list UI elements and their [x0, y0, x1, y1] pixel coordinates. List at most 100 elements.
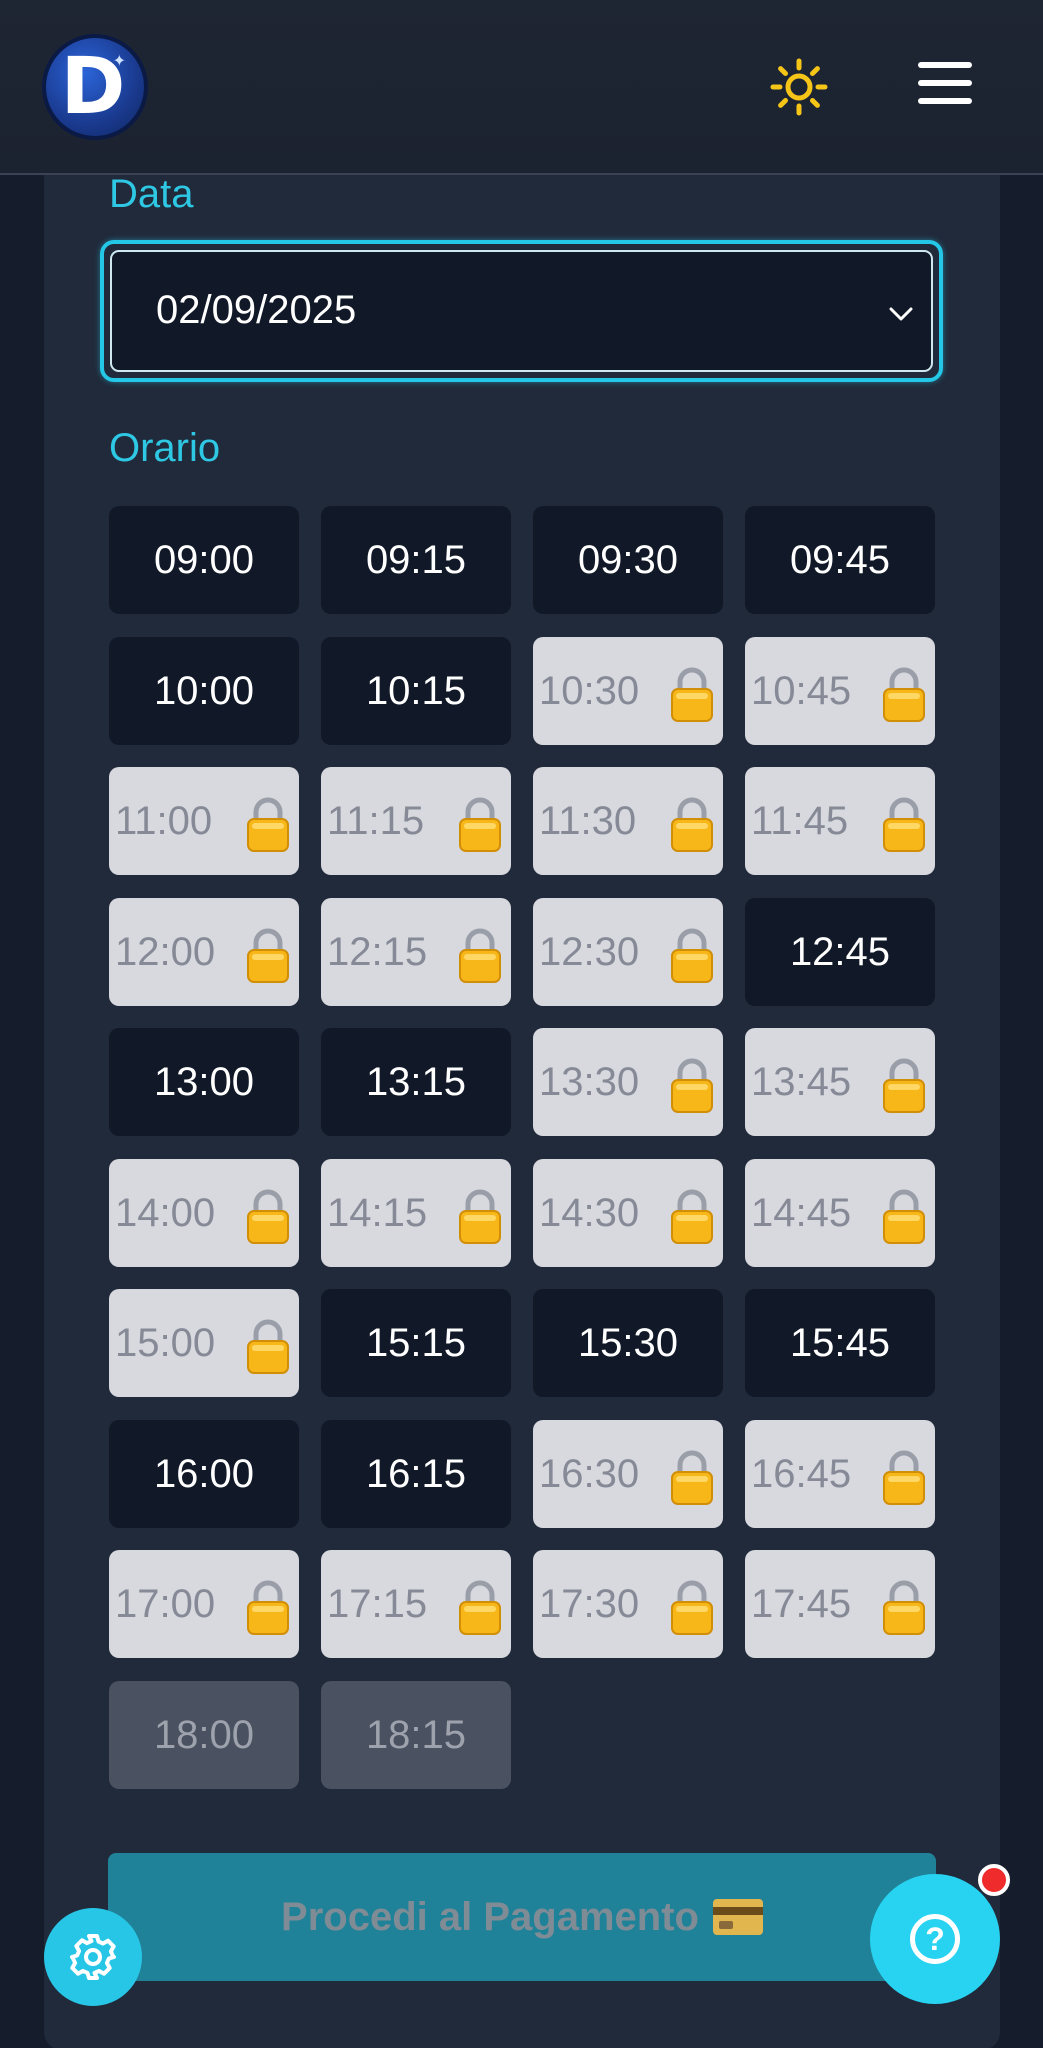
- time-slot-label: 15:15: [365, 1320, 467, 1365]
- time-slot[interactable]: 16:00: [109, 1420, 299, 1528]
- proceed-button-label: Procedi al Pagamento: [281, 1894, 699, 1939]
- time-slot-label: 14:45: [751, 1190, 852, 1235]
- time-slot: 17:15: [321, 1550, 511, 1658]
- top-bar: D ✦: [0, 0, 1043, 175]
- time-slot-label: 13:00: [153, 1059, 255, 1104]
- time-slot: 12:30: [533, 898, 723, 1006]
- hamburger-menu-icon[interactable]: [918, 62, 972, 108]
- time-slot-label: 16:15: [365, 1451, 467, 1496]
- time-slot[interactable]: 09:45: [745, 506, 935, 614]
- notification-badge: [978, 1864, 1010, 1896]
- lock-icon: [881, 1187, 927, 1245]
- time-slot-label: 09:45: [789, 537, 891, 582]
- proceed-to-payment-button[interactable]: Procedi al Pagamento: [108, 1853, 936, 1981]
- lock-icon: [245, 1187, 291, 1245]
- time-slot: 14:00: [109, 1159, 299, 1267]
- time-slot: 17:30: [533, 1550, 723, 1658]
- lock-icon: [669, 1448, 715, 1506]
- time-slot-label: 09:15: [365, 537, 467, 582]
- lock-icon: [881, 1448, 927, 1506]
- lock-icon: [457, 926, 503, 984]
- time-slot-label: 17:15: [327, 1581, 428, 1626]
- time-slot[interactable]: 10:15: [321, 637, 511, 745]
- time-slot-label: 11:45: [751, 798, 849, 843]
- time-slot-label: 15:30: [577, 1320, 679, 1365]
- settings-button[interactable]: [44, 1908, 142, 2006]
- time-slot: 11:30: [533, 767, 723, 875]
- time-slot-label: 16:45: [751, 1451, 852, 1496]
- time-slot: 17:45: [745, 1550, 935, 1658]
- time-slot: 11:45: [745, 767, 935, 875]
- lock-icon: [669, 1056, 715, 1114]
- lock-icon: [245, 926, 291, 984]
- time-slot: 14:45: [745, 1159, 935, 1267]
- lock-icon: [669, 795, 715, 853]
- time-slot: 10:30: [533, 637, 723, 745]
- time-slot-label: 12:30: [539, 929, 640, 974]
- lock-icon: [457, 795, 503, 853]
- time-slot[interactable]: 09:30: [533, 506, 723, 614]
- lock-icon: [881, 1056, 927, 1114]
- lock-icon: [245, 1317, 291, 1375]
- time-slot-label: 09:30: [577, 537, 679, 582]
- lock-icon: [457, 1578, 503, 1636]
- time-slot-label: 10:30: [539, 668, 640, 713]
- time-slot[interactable]: 09:15: [321, 506, 511, 614]
- time-slot-label: 14:00: [115, 1190, 216, 1235]
- time-slot-label: 13:15: [365, 1059, 467, 1104]
- time-slot: 14:15: [321, 1159, 511, 1267]
- time-slot: 15:00: [109, 1289, 299, 1397]
- sun-icon[interactable]: [770, 58, 828, 116]
- time-slot-label: 12:45: [789, 929, 891, 974]
- app-logo[interactable]: D ✦: [42, 34, 148, 140]
- lock-icon: [669, 1187, 715, 1245]
- time-slot-label: 11:15: [327, 798, 425, 843]
- lock-icon: [669, 926, 715, 984]
- time-slot-label: 18:15: [365, 1712, 467, 1757]
- credit-card-icon: [712, 1899, 763, 1935]
- time-slot: 18:15: [321, 1681, 511, 1789]
- time-slot-label: 17:30: [539, 1581, 640, 1626]
- time-slot[interactable]: 15:30: [533, 1289, 723, 1397]
- date-value: 02/09/2025: [156, 288, 357, 332]
- lock-icon: [881, 1578, 927, 1636]
- lock-icon: [669, 665, 715, 723]
- time-slot-label: 15:00: [115, 1320, 216, 1365]
- lock-icon: [457, 1187, 503, 1245]
- time-slot-label: 17:45: [751, 1581, 852, 1626]
- time-slot: 13:45: [745, 1028, 935, 1136]
- time-slot[interactable]: 15:45: [745, 1289, 935, 1397]
- sparkle-icon: ✦: [112, 53, 126, 70]
- help-button[interactable]: ?: [870, 1874, 1000, 2004]
- lock-icon: [881, 795, 927, 853]
- lock-icon: [881, 665, 927, 723]
- date-label: Data: [109, 172, 194, 216]
- time-slot-label: 11:00: [115, 798, 213, 843]
- time-slot-label: 10:45: [751, 668, 852, 713]
- time-slot-label: 14:15: [327, 1190, 428, 1235]
- time-slot[interactable]: 09:00: [109, 506, 299, 614]
- chevron-down-icon: [889, 307, 913, 321]
- time-slot-label: 16:30: [539, 1451, 640, 1496]
- time-slot[interactable]: 12:45: [745, 898, 935, 1006]
- time-slot[interactable]: 15:15: [321, 1289, 511, 1397]
- time-slot[interactable]: 10:00: [109, 637, 299, 745]
- time-slot: 10:45: [745, 637, 935, 745]
- time-slot: 14:30: [533, 1159, 723, 1267]
- lock-icon: [245, 795, 291, 853]
- time-slot-label: 17:00: [115, 1581, 216, 1626]
- time-slot[interactable]: 13:00: [109, 1028, 299, 1136]
- time-slot[interactable]: 13:15: [321, 1028, 511, 1136]
- time-slot-label: 11:30: [539, 798, 637, 843]
- time-slot: 18:00: [109, 1681, 299, 1789]
- lock-icon: [669, 1578, 715, 1636]
- time-slot: 11:00: [109, 767, 299, 875]
- gear-icon: [70, 1934, 116, 1980]
- date-select[interactable]: 02/09/2025: [100, 240, 943, 382]
- time-slot-label: 10:00: [153, 668, 255, 713]
- time-slot: 11:15: [321, 767, 511, 875]
- time-slot: 16:45: [745, 1420, 935, 1528]
- time-slot-label: 14:30: [539, 1190, 640, 1235]
- time-slot-label: 09:00: [153, 537, 255, 582]
- time-slot[interactable]: 16:15: [321, 1420, 511, 1528]
